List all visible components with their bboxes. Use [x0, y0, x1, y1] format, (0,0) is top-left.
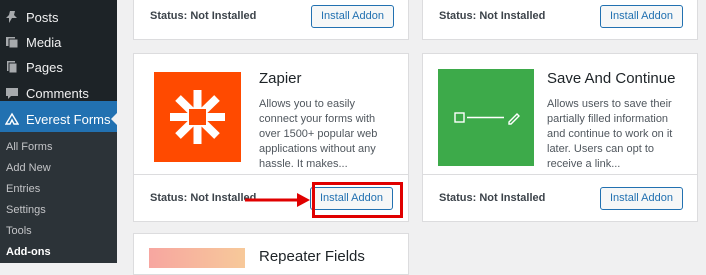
- submenu-add-new[interactable]: Add New: [6, 162, 51, 174]
- status-text: Status: Not Installed: [150, 192, 257, 204]
- save-continue-thumbnail: [438, 69, 534, 166]
- submenu-tools[interactable]: Tools: [6, 225, 32, 237]
- card-footer: Status: Not Installed Install Addon: [423, 0, 697, 39]
- menu-comments-label: Comments: [26, 85, 89, 101]
- addon-description: Allows you to easily connect your forms …: [259, 98, 378, 170]
- everest-forms-icon: [4, 112, 20, 126]
- menu-media[interactable]: Media: [0, 29, 117, 55]
- install-addon-button[interactable]: Install Addon: [600, 4, 683, 28]
- install-addon-button[interactable]: Install Addon: [600, 186, 683, 210]
- annotation-highlight-box: [312, 182, 403, 218]
- install-addon-button[interactable]: Install Addon: [311, 4, 394, 28]
- addon-card-top-left: Status: Not Installed Install Addon: [133, 0, 409, 40]
- active-menu-arrow: [111, 112, 118, 126]
- annotation-arrow: [245, 193, 310, 207]
- addon-description: Allows users to save their partially fil…: [547, 98, 673, 170]
- submenu-all-forms[interactable]: All Forms: [6, 141, 52, 153]
- addon-title: Repeater Fields: [259, 248, 365, 265]
- submenu-add-ons[interactable]: Add-ons: [6, 246, 51, 258]
- menu-pages-label: Pages: [26, 59, 63, 75]
- everest-forms-submenu: All Forms Add New Entries Settings Tools…: [0, 132, 117, 263]
- menu-media-label: Media: [26, 34, 62, 50]
- repeater-fields-thumbnail: [149, 248, 245, 268]
- submenu-settings[interactable]: Settings: [6, 204, 46, 216]
- menu-everest-forms-label: Everest Forms: [26, 111, 111, 127]
- addon-title: Zapier: [259, 70, 302, 87]
- media-icon: [5, 35, 19, 49]
- menu-posts-label: Posts: [26, 9, 59, 25]
- addon-card-repeater-fields: Repeater Fields: [133, 233, 409, 275]
- status-text: Status: Not Installed: [439, 192, 546, 204]
- menu-posts[interactable]: Posts: [0, 4, 117, 30]
- addon-title: Save And Continue: [547, 70, 676, 87]
- menu-pages[interactable]: Pages: [0, 54, 117, 80]
- addon-card-save-continue: Save And Continue Allows users to save t…: [422, 53, 698, 222]
- admin-sidebar: Posts Media Pages Comments Everest Forms…: [0, 0, 118, 263]
- pages-icon: [5, 60, 19, 74]
- zapier-logo: [154, 72, 241, 162]
- addon-card-top-right: Status: Not Installed Install Addon: [422, 0, 698, 40]
- pin-icon: [5, 10, 19, 24]
- status-text: Status: Not Installed: [439, 10, 546, 22]
- card-footer: Status: Not Installed Install Addon: [134, 0, 408, 39]
- comments-icon: [5, 86, 19, 100]
- submenu-entries[interactable]: Entries: [6, 183, 40, 195]
- status-text: Status: Not Installed: [150, 10, 257, 22]
- card-footer: Status: Not Installed Install Addon: [423, 174, 697, 221]
